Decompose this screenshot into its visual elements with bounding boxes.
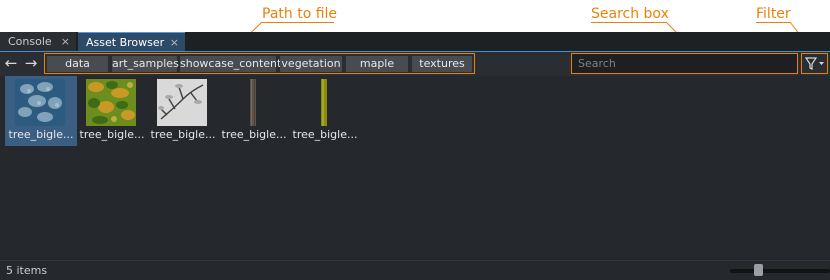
breadcrumb-showcase-content[interactable]: showcase_content — [180, 56, 281, 72]
filter-button[interactable] — [801, 53, 828, 74]
filter-funnel-icon — [804, 57, 824, 70]
tab-console-close-icon[interactable]: × — [61, 32, 70, 51]
asset-tile[interactable]: tree_bigle... — [147, 76, 219, 146]
tab-console-label: Console — [8, 35, 52, 48]
item-count: 5 items — [6, 264, 48, 277]
tab-console[interactable]: Console × — [0, 32, 76, 51]
search-box — [571, 53, 800, 74]
tab-asset-browser-close-icon[interactable]: × — [170, 33, 179, 52]
forward-arrow-icon[interactable]: → — [23, 54, 39, 72]
breadcrumb-data[interactable]: data — [47, 56, 108, 72]
asset-tile[interactable]: tree_bigle... — [289, 76, 361, 146]
asset-toolbar: ← → data art_samples showcase_content ve… — [0, 52, 830, 76]
filter-callout-underline — [756, 22, 790, 23]
branch-grayscale-texture-icon — [157, 79, 207, 126]
thumbnail-size-slider-handle[interactable] — [754, 264, 763, 276]
breadcrumb-art-samples[interactable]: art_samples — [112, 56, 179, 72]
asset-tile[interactable]: tree_bigle... — [5, 76, 77, 146]
tab-asset-browser-label: Asset Browser — [86, 36, 165, 49]
search-input[interactable] — [574, 56, 800, 70]
breadcrumb: data art_samples showcase_content vegeta… — [44, 53, 475, 74]
breadcrumb-maple[interactable]: maple — [346, 56, 408, 72]
asset-name: tree_bigle... — [150, 128, 216, 141]
breadcrumb-vegetation[interactable]: vegetation — [280, 56, 342, 72]
tab-bar: Console × Asset Browser × — [0, 32, 830, 52]
breadcrumb-textures[interactable]: textures — [412, 56, 472, 72]
asset-name: tree_bigle... — [292, 128, 358, 141]
asset-name: tree_bigle... — [8, 128, 74, 141]
tab-asset-browser[interactable]: Asset Browser × — [78, 32, 185, 51]
filter-callout-label: Filter — [756, 6, 791, 22]
asset-browser-window: Console × Asset Browser × ← → data art_s… — [0, 32, 830, 280]
path-callout-label: Path to file — [262, 6, 338, 22]
thumbnail-size-slider[interactable] — [730, 269, 830, 273]
stem-texture-icon — [321, 79, 327, 126]
status-bar: 5 items — [0, 260, 830, 280]
asset-name: tree_bigle... — [79, 128, 145, 141]
asset-name: tree_bigle... — [221, 128, 287, 141]
asset-grid: tree_bigle... tree_bigle... tree_bigle..… — [0, 76, 830, 255]
asset-tile[interactable]: tree_bigle... — [218, 76, 290, 146]
search-callout-underline — [591, 22, 666, 23]
asset-tile[interactable]: tree_bigle... — [76, 76, 148, 146]
bark-texture-icon — [250, 79, 256, 126]
leaf-cluster-texture-icon — [15, 79, 65, 126]
path-callout-underline — [262, 22, 334, 23]
foliage-color-texture-icon — [86, 79, 136, 126]
back-arrow-icon[interactable]: ← — [3, 54, 19, 72]
search-callout-label: Search box — [591, 6, 669, 22]
